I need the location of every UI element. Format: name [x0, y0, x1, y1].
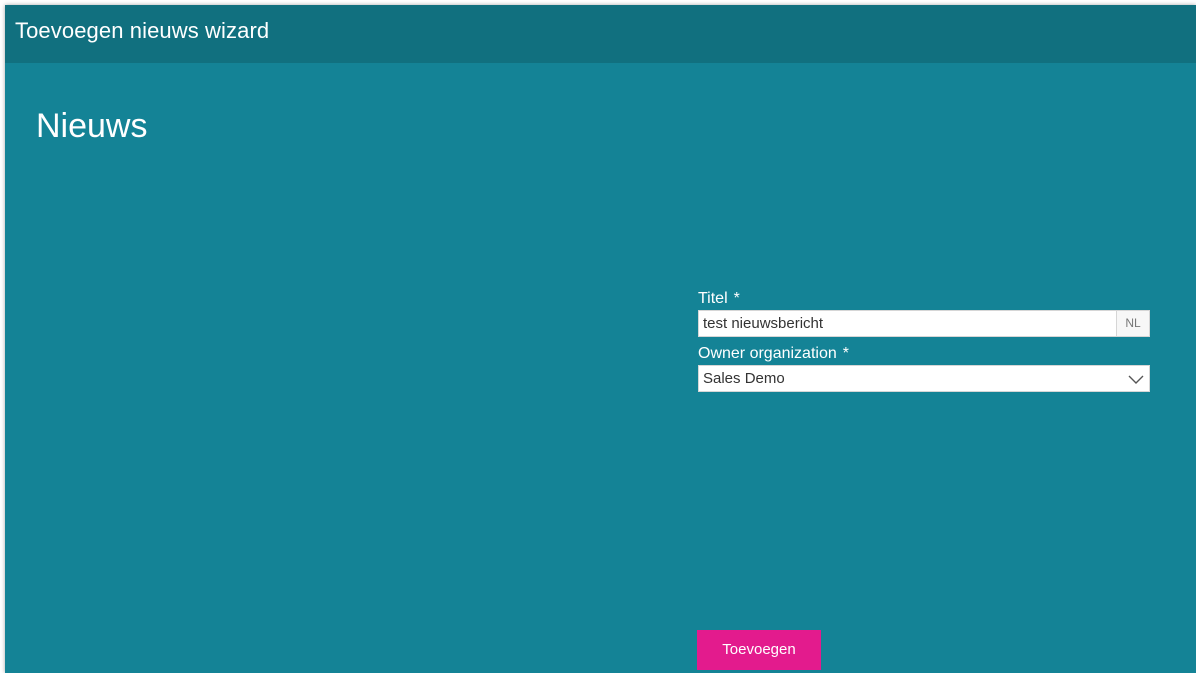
title-field-label: Titel * — [698, 288, 1150, 310]
title-required-marker: * — [733, 290, 740, 307]
news-form: Titel * NL Owner organization * Sales Demo — [698, 288, 1150, 398]
owner-label-text: Owner organization — [698, 345, 837, 362]
wizard-title: Toevoegen nieuws wizard — [15, 18, 270, 43]
language-badge[interactable]: NL — [1116, 311, 1149, 336]
owner-selected-value: Sales Demo — [703, 370, 785, 387]
title-label-text: Titel — [698, 290, 728, 307]
title-field: NL — [698, 310, 1150, 337]
title-input[interactable] — [699, 311, 1115, 336]
chevron-down-icon[interactable] — [1126, 369, 1146, 389]
owner-required-marker: * — [842, 345, 849, 362]
wizard-titlebar: Toevoegen nieuws wizard — [5, 5, 1196, 63]
add-button[interactable]: Toevoegen — [697, 630, 821, 670]
page-title: Nieuws — [36, 107, 148, 145]
owner-organization-select[interactable]: Sales Demo — [698, 365, 1150, 392]
owner-field-label: Owner organization * — [698, 343, 1150, 365]
